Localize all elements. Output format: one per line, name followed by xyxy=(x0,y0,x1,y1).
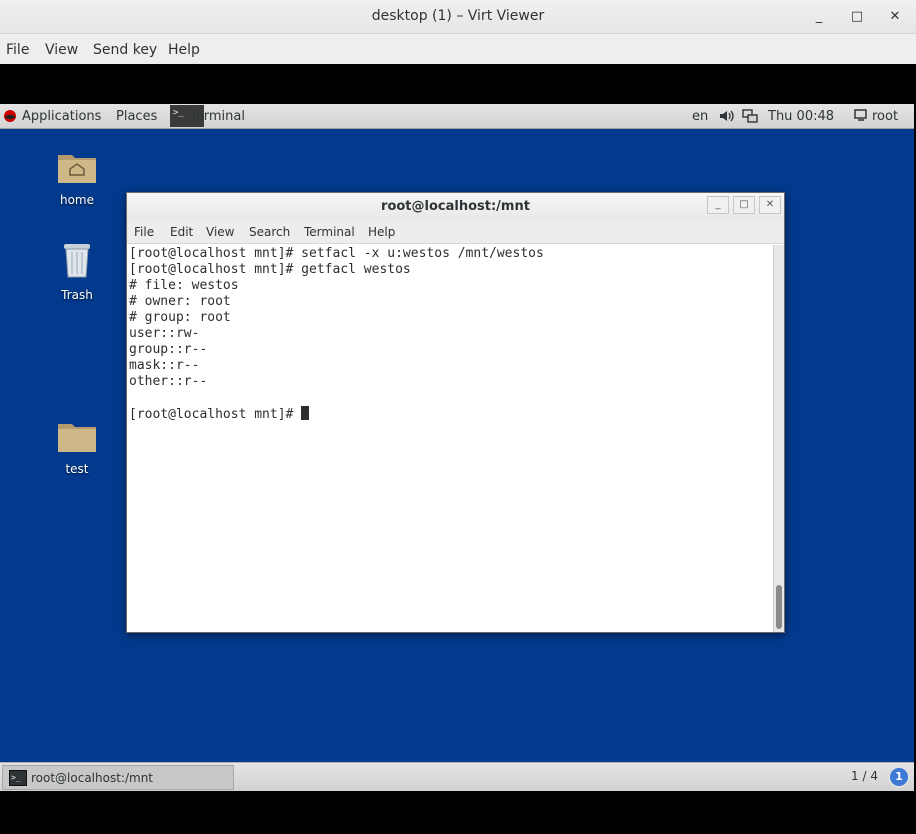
clock[interactable]: Thu 00:48 xyxy=(768,109,834,124)
terminal-line: # file: westos xyxy=(129,278,239,293)
volume-icon[interactable] xyxy=(718,108,734,128)
keyboard-layout[interactable]: en xyxy=(692,109,708,124)
terminal-titlebar[interactable]: root@localhost:/mnt _ □ ✕ xyxy=(127,193,784,220)
terminal-line: # group: root xyxy=(129,310,231,325)
terminal-close-button[interactable]: ✕ xyxy=(759,196,781,214)
terminal-menu[interactable]: Terminal xyxy=(190,109,245,124)
desktop-icon-label: test xyxy=(65,462,89,476)
desktop-icon-label: Trash xyxy=(61,288,93,302)
trash-icon xyxy=(60,244,94,284)
redhat-icon xyxy=(3,109,17,127)
user-menu[interactable]: root xyxy=(872,109,898,124)
terminal-line: other::r-- xyxy=(129,374,208,389)
menu-help[interactable]: Help xyxy=(168,42,200,58)
svg-text:>_: >_ xyxy=(11,773,21,782)
taskbar-window-button[interactable]: >_ root@localhost:/mnt xyxy=(2,765,234,790)
notification-badge[interactable]: 1 xyxy=(888,766,910,788)
terminal-line: group::r-- xyxy=(129,342,208,357)
terminal-menu-view[interactable]: View xyxy=(206,225,234,239)
text-cursor xyxy=(301,406,310,420)
taskbar-window-label: root@localhost:/mnt xyxy=(31,771,154,785)
viewer-titlebar: desktop (1) – Virt Viewer _ □ ✕ xyxy=(0,0,916,34)
scrollbar-thumb[interactable] xyxy=(776,585,782,629)
terminal-window[interactable]: root@localhost:/mnt _ □ ✕ File Edit View… xyxy=(126,192,785,633)
home-folder-icon xyxy=(56,155,98,189)
terminal-menu-file[interactable]: File xyxy=(134,225,154,239)
folder-icon xyxy=(56,424,98,458)
menu-view[interactable]: View xyxy=(45,42,78,58)
terminal-icon: >_ xyxy=(9,770,27,790)
workspace-indicator[interactable]: 1 / 4 xyxy=(851,769,878,783)
minimize-button[interactable]: _ xyxy=(808,6,830,28)
desktop-icon-trash[interactable]: Trash xyxy=(45,240,109,302)
terminal-scrollbar[interactable] xyxy=(773,245,784,632)
terminal-menu-terminal[interactable]: Terminal xyxy=(304,225,355,239)
user-icon[interactable] xyxy=(854,108,868,126)
desktop-icon-label: home xyxy=(59,193,95,207)
terminal-menu-help[interactable]: Help xyxy=(368,225,395,239)
terminal-menu-search[interactable]: Search xyxy=(249,225,290,239)
terminal-line: user::rw- xyxy=(129,326,200,341)
terminal-title: root@localhost:/mnt xyxy=(381,199,530,214)
viewer-letterbox-bottom xyxy=(0,791,916,834)
desktop-icon-home[interactable]: home xyxy=(45,149,109,207)
places-menu[interactable]: Places xyxy=(116,109,157,124)
terminal-line: [root@localhost mnt]# setfacl -x u:westo… xyxy=(129,246,544,261)
svg-text:>_: >_ xyxy=(173,108,184,118)
terminal-menu-edit[interactable]: Edit xyxy=(170,225,193,239)
terminal-minimize-button[interactable]: _ xyxy=(707,196,729,214)
applications-menu[interactable]: Applications xyxy=(22,109,101,124)
gnome-bottom-panel: >_ root@localhost:/mnt 1 / 4 1 xyxy=(0,762,914,791)
desktop-icon-test[interactable]: test xyxy=(45,418,109,476)
terminal-output[interactable]: [root@localhost mnt]# setfacl -x u:westo… xyxy=(127,245,774,632)
viewer-letterbox-top xyxy=(0,64,916,104)
terminal-menubar: File Edit View Search Terminal Help xyxy=(127,220,784,244)
terminal-line: [root@localhost mnt]# getfacl westos xyxy=(129,262,411,277)
network-icon[interactable] xyxy=(742,108,758,128)
terminal-prompt: [root@localhost mnt]# xyxy=(129,407,302,422)
terminal-prompt-line: [root@localhost mnt]# xyxy=(129,406,310,422)
maximize-button[interactable]: □ xyxy=(846,6,868,28)
close-button[interactable]: ✕ xyxy=(884,6,906,28)
terminal-line: mask::r-- xyxy=(129,358,200,373)
menu-file[interactable]: File xyxy=(6,42,29,58)
viewer-title: desktop (1) – Virt Viewer xyxy=(371,8,545,24)
gnome-top-panel: Applications Places >_ Terminal en Thu 0… xyxy=(0,104,914,129)
terminal-maximize-button[interactable]: □ xyxy=(733,196,755,214)
menu-send-key[interactable]: Send key xyxy=(93,42,157,58)
viewer-menubar: File View Send key Help xyxy=(0,34,916,64)
terminal-line: # owner: root xyxy=(129,294,231,309)
